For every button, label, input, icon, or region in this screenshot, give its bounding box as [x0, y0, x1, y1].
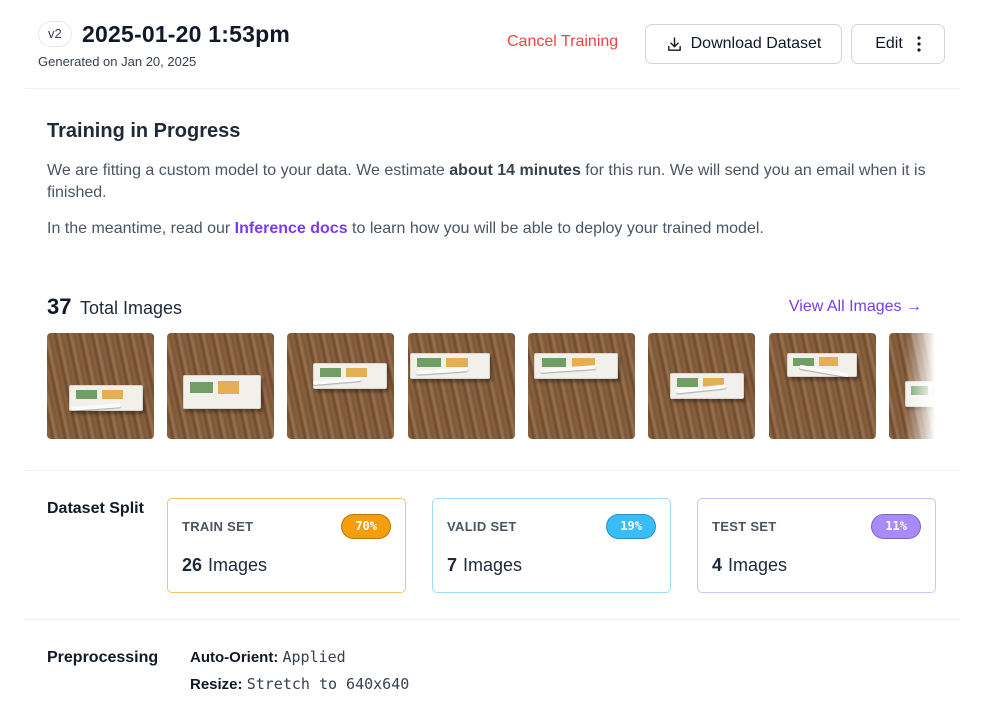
version-title: 2025-01-20 1:53pm — [82, 21, 290, 47]
training-title: Training in Progress — [47, 120, 241, 142]
image-count: 4 Images — [712, 555, 787, 576]
image-thumbnail[interactable] — [167, 333, 274, 439]
image-thumbnail-strip — [47, 333, 935, 439]
more-vertical-icon — [917, 36, 921, 52]
text-segment: We are fitting a custom model to your da… — [47, 162, 450, 179]
count-value: 4 — [712, 555, 723, 575]
image-thumbnail[interactable] — [287, 333, 394, 439]
image-thumbnail[interactable] — [648, 333, 755, 439]
image-count: 7 Images — [447, 555, 522, 576]
step-name: Auto-Orient: — [190, 649, 279, 666]
edit-label: Edit — [875, 35, 903, 52]
divider — [25, 88, 960, 89]
count-unit: Images — [208, 555, 268, 575]
preprocessing-step: Auto-Orient: Applied — [190, 648, 346, 666]
count-unit: Images — [463, 555, 523, 575]
percent-badge: 70% — [341, 514, 391, 539]
training-description: We are fitting a custom model to your da… — [47, 160, 942, 204]
divider — [25, 470, 960, 471]
inference-hint: In the meantime, read our Inference docs… — [47, 218, 942, 240]
test-set-card[interactable]: TEST SET 11% 4 Images — [697, 498, 936, 593]
version-header: v2 2025-01-20 1:53pm Generated on Jan 20… — [38, 18, 948, 74]
percent-badge: 11% — [871, 514, 921, 539]
image-thumbnail[interactable] — [528, 333, 635, 439]
thumbnail-fade — [905, 333, 935, 439]
total-images-label: Total Images — [79, 298, 182, 318]
image-thumbnail[interactable] — [769, 333, 876, 439]
version-badge: v2 — [38, 21, 72, 47]
step-value: Applied — [282, 648, 346, 666]
card-title: TEST SET — [712, 519, 777, 534]
dataset-split-label: Dataset Split — [47, 500, 144, 517]
count-value: 7 — [447, 555, 458, 575]
count-unit: Images — [728, 555, 788, 575]
image-thumbnail[interactable] — [408, 333, 515, 439]
card-title: TRAIN SET — [182, 519, 254, 534]
divider — [25, 619, 960, 620]
step-value: Stretch to 640x640 — [246, 675, 410, 693]
preprocessing-step: Resize: Stretch to 640x640 — [190, 675, 409, 693]
total-images-row: 37 Total Images View All Images → — [47, 294, 927, 324]
valid-set-card[interactable]: VALID SET 19% 7 Images — [432, 498, 671, 593]
image-count: 26 Images — [182, 555, 267, 576]
preprocessing-label: Preprocessing — [47, 649, 159, 666]
text-segment: to learn how you will be able to deploy … — [347, 220, 764, 237]
download-dataset-button[interactable]: Download Dataset — [645, 24, 842, 64]
total-images-count: 37 — [47, 294, 72, 319]
view-all-images-link[interactable]: View All Images → — [789, 298, 922, 316]
inference-docs-link[interactable]: Inference docs — [235, 220, 348, 237]
cancel-training-button[interactable]: Cancel Training — [507, 33, 618, 51]
generated-date: Generated on Jan 20, 2025 — [38, 54, 197, 69]
download-dataset-label: Download Dataset — [690, 35, 822, 52]
estimate-duration: about 14 minutes — [449, 162, 581, 179]
text-segment: In the meantime, read our — [47, 220, 235, 237]
card-title: VALID SET — [447, 519, 517, 534]
step-name: Resize: — [190, 676, 243, 693]
train-set-card[interactable]: TRAIN SET 70% 26 Images — [167, 498, 406, 593]
count-value: 26 — [182, 555, 203, 575]
download-icon — [667, 36, 681, 51]
percent-badge: 19% — [606, 514, 656, 539]
image-thumbnail[interactable] — [47, 333, 154, 439]
edit-button[interactable]: Edit — [851, 24, 945, 64]
